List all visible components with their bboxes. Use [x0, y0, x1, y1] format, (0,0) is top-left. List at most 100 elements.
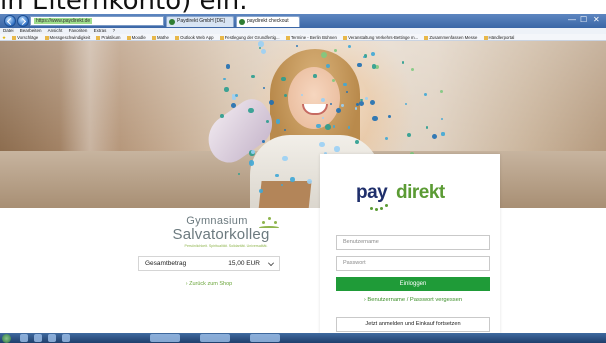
windows-taskbar [0, 333, 606, 343]
favorite-link[interactable]: Mathe [151, 35, 169, 40]
browser-tab[interactable]: Paydirekt GmbH [DE] [166, 16, 234, 27]
favorite-link[interactable]: Moodle [126, 35, 146, 40]
confetti-dot [283, 93, 287, 98]
confetti-dot [259, 188, 263, 193]
start-icon[interactable] [2, 334, 11, 343]
confetti-dot [313, 74, 317, 79]
confetti-dot [341, 104, 344, 107]
tab-favicon-icon [239, 19, 245, 25]
register-continue-button[interactable]: Jetzt anmelden und Einkauf fortsetzen [336, 317, 490, 332]
username-field[interactable]: Benutzername [336, 235, 490, 250]
menu-item-extras[interactable]: Extras [94, 28, 107, 33]
hero-light [60, 41, 120, 161]
menu-item-ansicht[interactable]: Ansicht [48, 28, 63, 33]
taskbar-window-button[interactable] [200, 334, 230, 342]
login-card: pay direkt Benutzername Passwort Einlogg… [320, 154, 500, 334]
confetti-dot [384, 136, 388, 140]
hero-image [0, 41, 606, 208]
confetti-dot [300, 93, 304, 96]
confetti-dot [282, 155, 288, 162]
minimize-icon[interactable]: — [568, 15, 576, 25]
favorite-link[interactable]: Termine - Berlin Bühnen [285, 35, 337, 40]
confetti-dot [354, 140, 359, 145]
merchant-panel: Gymnasium Salvatorkolleg Persönlichkeit.… [96, 208, 320, 328]
logo-pay-text: pay [356, 182, 388, 203]
menu-item-help[interactable]: ? [113, 28, 116, 33]
confetti-dot [356, 62, 362, 68]
logo-direkt-text: direkt [396, 182, 445, 203]
confetti-dot [230, 102, 236, 108]
caption-text: in Elternkonto) ein. [0, 0, 248, 16]
school-name-line2: Salvatorkolleg [172, 226, 270, 243]
favorites-star-icon[interactable]: ★ [2, 35, 6, 40]
confetti-dot [370, 99, 376, 105]
confetti-dot [248, 159, 255, 166]
confetti-dot [247, 107, 254, 114]
school-mark-icon [259, 217, 281, 231]
browser-tab-label: paydirekt checkout [247, 18, 289, 24]
favorite-link[interactable]: Vorschläge [12, 35, 38, 40]
browser-tab-active[interactable]: paydirekt checkout [236, 16, 300, 27]
favorite-link[interactable]: Zusammenfassen Messe [424, 35, 477, 40]
confetti-dot [220, 114, 224, 118]
confetti-dot [425, 126, 428, 129]
password-field[interactable]: Passwort [336, 256, 490, 271]
confetti-dot [371, 64, 377, 69]
favorite-link[interactable]: Outlook Web App [175, 35, 213, 40]
confetti-dot [258, 46, 262, 49]
confetti-dot [280, 76, 286, 82]
order-total-label: Gesamtbetrag [145, 260, 187, 267]
browser-tab-label: Paydirekt GmbH [DE] [177, 18, 225, 24]
taskbar-app-icon[interactable] [20, 334, 28, 342]
taskbar-app-icon[interactable] [48, 334, 56, 342]
confetti-dot [224, 87, 229, 92]
close-icon[interactable]: ✕ [593, 15, 600, 25]
menu-item-datei[interactable]: Datei [3, 28, 14, 33]
confetti-dot [324, 124, 331, 130]
taskbar-window-button[interactable] [150, 334, 180, 342]
school-tagline: Persönlichkeit. Spiritualität. Solidarit… [184, 244, 268, 248]
confetti-dot [250, 149, 256, 154]
confetti-dot [269, 100, 275, 105]
login-button[interactable]: Einloggen [336, 277, 490, 291]
confetti-dot [365, 96, 369, 100]
browser-tab-bar: https://www.paydirekt.de Paydirekt GmbH … [0, 14, 606, 28]
favorite-link[interactable]: Praktikum [96, 35, 120, 40]
back-icon[interactable] [4, 15, 16, 27]
confetti-dot [332, 125, 336, 128]
taskbar-app-icon[interactable] [34, 334, 42, 342]
favorite-link[interactable]: Festlegung der Grundfertig... [219, 35, 280, 40]
favorites-bar: ★ Vorschläge Messgeschwindigkeit Praktik… [0, 34, 606, 41]
favorite-link[interactable]: Messgeschwindigkeit [44, 35, 90, 40]
maximize-icon[interactable]: ☐ [580, 15, 587, 25]
menu-item-favoriten[interactable]: Favoriten [69, 28, 88, 33]
confetti-dot [354, 107, 358, 110]
confetti-dot [333, 48, 337, 52]
confetti-dot [262, 86, 265, 89]
address-bar[interactable]: https://www.paydirekt.de [30, 16, 164, 26]
confetti-dot [343, 82, 347, 87]
confetti-dot [258, 41, 264, 47]
taskbar-window-button[interactable] [250, 334, 280, 342]
hero-parcel [258, 181, 312, 208]
forgot-credentials-link[interactable]: › Benutzername / Passwort vergessen [336, 297, 490, 303]
favorite-link[interactable]: Händlerportal [483, 35, 514, 40]
confetti-dot [321, 97, 326, 102]
confetti-dot [262, 139, 266, 143]
confetti-dot [441, 132, 445, 136]
back-to-shop-link[interactable]: › Zurück zum Shop [138, 281, 280, 287]
screen: in Elternkonto) ein. https://www.paydire… [0, 0, 606, 343]
confetti-dot [360, 98, 363, 101]
confetti-dot [431, 133, 437, 140]
confetti-dot [335, 107, 342, 114]
order-total-amount: 15,00 EUR [228, 260, 260, 267]
address-url: https://www.paydirekt.de [34, 18, 93, 24]
confetti-dot [334, 146, 340, 152]
tab-favicon-icon [169, 19, 175, 25]
menu-item-bearbeiten[interactable]: Bearbeiten [20, 28, 42, 33]
logo-dots-icon [370, 203, 392, 211]
forward-icon[interactable] [17, 15, 29, 27]
taskbar-app-icon[interactable] [62, 334, 70, 342]
order-total-dropdown[interactable]: Gesamtbetrag 15,00 EUR [138, 256, 280, 271]
favorite-link[interactable]: Veranstaltung Verkehrs-Bettinge m... [343, 35, 418, 40]
